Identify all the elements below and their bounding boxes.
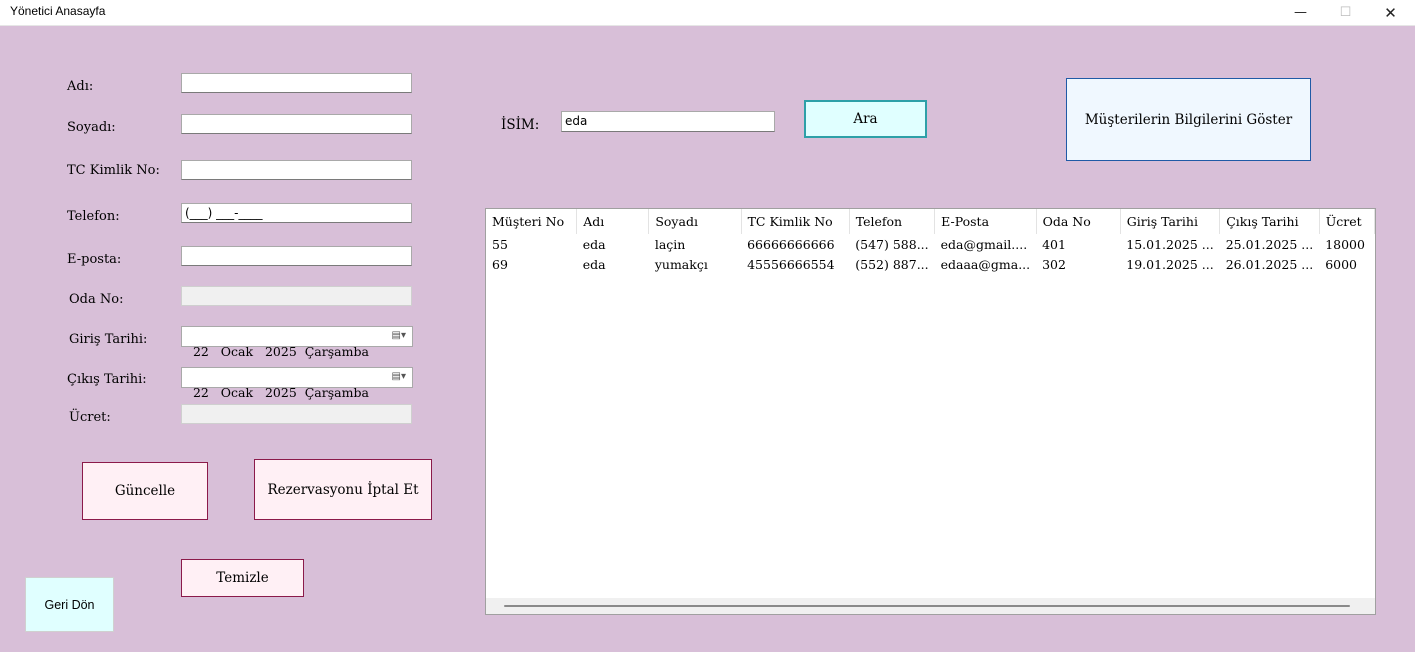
grid-cell[interactable]: eda	[577, 254, 649, 274]
grid-header-row: Müşteri No Adı Soyadı TC Kimlik No Telef…	[486, 209, 1375, 234]
ad-input[interactable]	[181, 73, 412, 93]
telefon-input[interactable]: (___) ___-____	[181, 203, 412, 223]
oda-input	[181, 286, 412, 306]
label-cikis: Çıkış Tarihi:	[67, 372, 147, 387]
grid-cell[interactable]: yumakçı	[649, 254, 741, 274]
column-header[interactable]: TC Kimlik No	[741, 209, 850, 234]
scrollbar-thumb[interactable]	[504, 605, 1350, 607]
column-header[interactable]: Müşteri No	[486, 209, 578, 234]
tc-input[interactable]	[181, 160, 412, 180]
label-telefon: Telefon:	[67, 209, 120, 224]
label-tc: TC Kimlik No:	[67, 163, 160, 178]
column-header[interactable]: Ücret	[1319, 209, 1375, 234]
grid-cell[interactable]: 25.01.2025 ...	[1220, 234, 1319, 254]
grid-cell[interactable]: (552) 887...	[849, 254, 934, 274]
window-title: Yönetici Anasayfa	[10, 4, 106, 18]
column-header[interactable]: Telefon	[849, 209, 936, 234]
grid-cell[interactable]: 69	[486, 254, 577, 274]
search-label: İSİM:	[501, 117, 540, 133]
ucret-input	[181, 404, 412, 424]
customers-grid[interactable]: Müşteri No Adı Soyadı TC Kimlik No Telef…	[485, 208, 1376, 615]
iptal-button[interactable]: Rezervasyonu İptal Et	[254, 459, 432, 520]
grid-cell[interactable]: 45556666554	[741, 254, 849, 274]
label-ad: Adı:	[67, 79, 94, 94]
grid-cell[interactable]: 302	[1036, 254, 1120, 274]
grid-cell[interactable]: 55	[486, 234, 577, 254]
temizle-button[interactable]: Temizle	[181, 559, 304, 597]
grid-cell[interactable]: 18000	[1319, 234, 1374, 254]
horizontal-scrollbar[interactable]	[486, 598, 1375, 614]
label-eposta: E-posta:	[67, 252, 122, 267]
grid-cell[interactable]: 19.01.2025 ...	[1120, 254, 1219, 274]
table-row[interactable]: 55 eda laçin 66666666666 (547) 588... ed…	[486, 234, 1375, 254]
column-header[interactable]: Giriş Tarihi	[1120, 209, 1221, 234]
cikis-date-picker[interactable]: 22 Ocak 2025 Çarşamba ▤▾	[181, 367, 413, 400]
column-header[interactable]: E-Posta	[934, 209, 1037, 234]
ara-button[interactable]: Ara	[804, 100, 927, 138]
table-row[interactable]: 69 eda yumakçı 45556666554 (552) 887... …	[486, 254, 1375, 274]
giris-date-value: 22 Ocak 2025 Çarşamba	[192, 344, 369, 359]
calendar-dropdown-icon[interactable]: ▤▾	[392, 371, 406, 382]
column-header[interactable]: Adı	[576, 209, 650, 234]
search-input[interactable]: eda	[561, 111, 775, 132]
grid-cell[interactable]: 15.01.2025 ...	[1120, 234, 1219, 254]
grid-cell[interactable]: 401	[1036, 234, 1120, 254]
grid-cell[interactable]: eda	[577, 234, 649, 254]
eposta-input[interactable]	[181, 246, 412, 266]
cikis-date-value: 22 Ocak 2025 Çarşamba	[192, 385, 369, 400]
calendar-dropdown-icon[interactable]: ▤▾	[392, 330, 406, 341]
maximize-icon[interactable]: ☐	[1323, 0, 1368, 25]
column-header[interactable]: Çıkış Tarihi	[1219, 209, 1320, 234]
title-bar: Yönetici Anasayfa — ☐ ✕	[0, 0, 1415, 26]
grid-cell[interactable]: (547) 588...	[849, 234, 934, 254]
show-customers-button[interactable]: Müşterilerin Bilgilerini Göster	[1066, 78, 1311, 161]
grid-cell[interactable]: 26.01.2025 ...	[1220, 254, 1319, 274]
soyad-input[interactable]	[181, 114, 412, 134]
grid-cell[interactable]: 66666666666	[741, 234, 849, 254]
grid-cell[interactable]: edaaa@gma...	[935, 254, 1036, 274]
grid-cell[interactable]: 6000	[1319, 254, 1374, 274]
guncelle-button[interactable]: Güncelle	[82, 462, 208, 520]
minimize-icon[interactable]: —	[1278, 0, 1323, 25]
label-ucret: Ücret:	[69, 410, 111, 425]
column-header[interactable]: Soyadı	[648, 209, 742, 234]
label-soyad: Soyadı:	[67, 120, 116, 135]
label-giris: Giriş Tarihi:	[69, 332, 148, 347]
label-oda: Oda No:	[69, 292, 124, 307]
geri-don-button[interactable]: Geri Dön	[25, 577, 114, 632]
grid-cell[interactable]: laçin	[649, 234, 741, 254]
giris-date-picker[interactable]: 22 Ocak 2025 Çarşamba ▤▾	[181, 326, 413, 359]
close-icon[interactable]: ✕	[1368, 0, 1413, 25]
column-header[interactable]: Oda No	[1036, 209, 1121, 234]
grid-cell[interactable]: eda@gmail....	[935, 234, 1036, 254]
